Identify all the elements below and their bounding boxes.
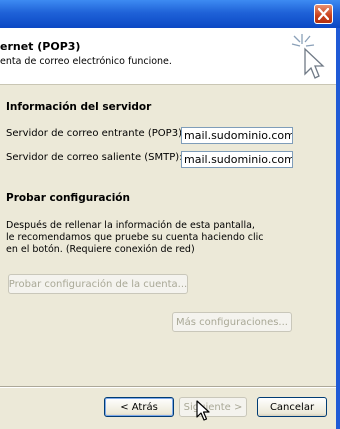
header-subtitle: enta de correo electrónico funcione. [0, 56, 172, 67]
mouse-pointer-icon [196, 400, 210, 421]
back-button[interactable]: < Atrás [104, 397, 174, 417]
cursor-sparkle-icon [291, 34, 325, 79]
title-bar [0, 0, 340, 28]
footer-separator [0, 386, 336, 388]
close-icon [318, 8, 329, 20]
outgoing-server-input[interactable]: mail.sudominio.com [181, 151, 293, 168]
test-settings-heading: Probar configuración [6, 192, 130, 204]
test-description: Después de rellenar la información de es… [6, 220, 306, 256]
test-account-button[interactable]: Probar configuración de la cuenta... [8, 274, 188, 294]
incoming-server-label: Servidor de correo entrante (POP3): [6, 128, 186, 139]
wizard-header: ernet (POP3) enta de correo electrónico … [0, 28, 336, 85]
cancel-button[interactable]: Cancelar [257, 397, 327, 417]
description-line: Después de rellenar la información de es… [6, 220, 255, 231]
close-button[interactable] [314, 4, 333, 24]
window-border [336, 28, 340, 429]
next-button[interactable]: Siguiente > [179, 397, 247, 417]
incoming-server-input[interactable]: mail.sudominio.com [181, 127, 293, 144]
outgoing-server-label: Servidor de correo saliente (SMTP): [6, 152, 183, 163]
description-line: en el botón. (Requiere conexión de red) [6, 244, 195, 255]
more-settings-button[interactable]: Más configuraciones... [172, 312, 292, 332]
description-line: le recomendamos que pruebe su cuenta hac… [6, 232, 264, 243]
server-info-heading: Información del servidor [6, 101, 152, 113]
header-title: ernet (POP3) [0, 40, 81, 53]
